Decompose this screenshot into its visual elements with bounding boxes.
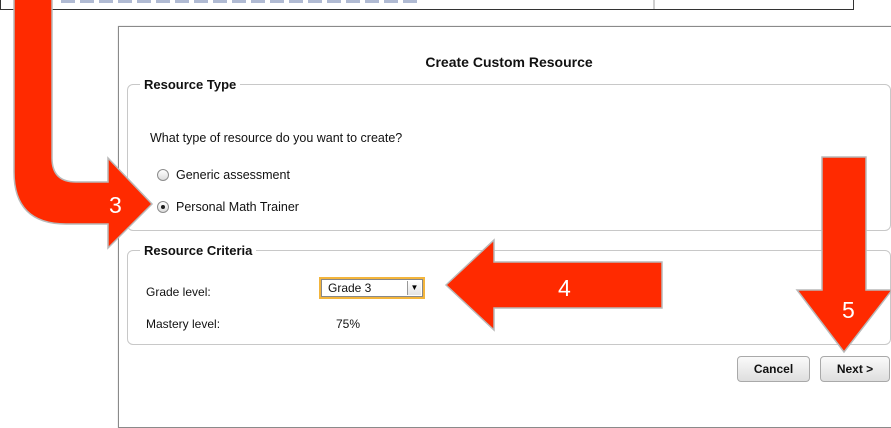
next-button[interactable]: Next > xyxy=(820,356,890,382)
mastery-level-value: 75% xyxy=(336,317,361,331)
resource-type-legend: Resource Type xyxy=(144,77,237,92)
background-window-link xyxy=(61,0,421,3)
grade-level-label: Grade level: xyxy=(146,285,211,299)
cancel-button[interactable]: Cancel xyxy=(737,356,810,382)
resource-type-question: What type of resource do you want to cre… xyxy=(150,131,403,145)
resource-criteria-group: Resource Criteria xyxy=(127,243,891,345)
resource-criteria-legend: Resource Criteria xyxy=(144,243,253,258)
grade-level-value: Grade 3 xyxy=(328,281,372,295)
dropdown-arrow-icon[interactable]: ▼ xyxy=(407,281,421,295)
mastery-level-label: Mastery level: xyxy=(146,317,221,331)
create-custom-resource-dialog: Create Custom Resource Resource Type Wha… xyxy=(118,26,891,428)
personal-math-trainer-radio[interactable] xyxy=(157,201,169,213)
background-window xyxy=(0,0,854,10)
grade-level-select[interactable]: Grade 3 ▼ xyxy=(319,277,425,299)
generic-assessment-radio[interactable] xyxy=(157,169,169,181)
dialog-title: Create Custom Resource xyxy=(425,54,593,70)
background-window-divider xyxy=(653,0,655,9)
generic-assessment-label[interactable]: Generic assessment xyxy=(176,168,290,182)
personal-math-trainer-label[interactable]: Personal Math Trainer xyxy=(176,200,299,214)
